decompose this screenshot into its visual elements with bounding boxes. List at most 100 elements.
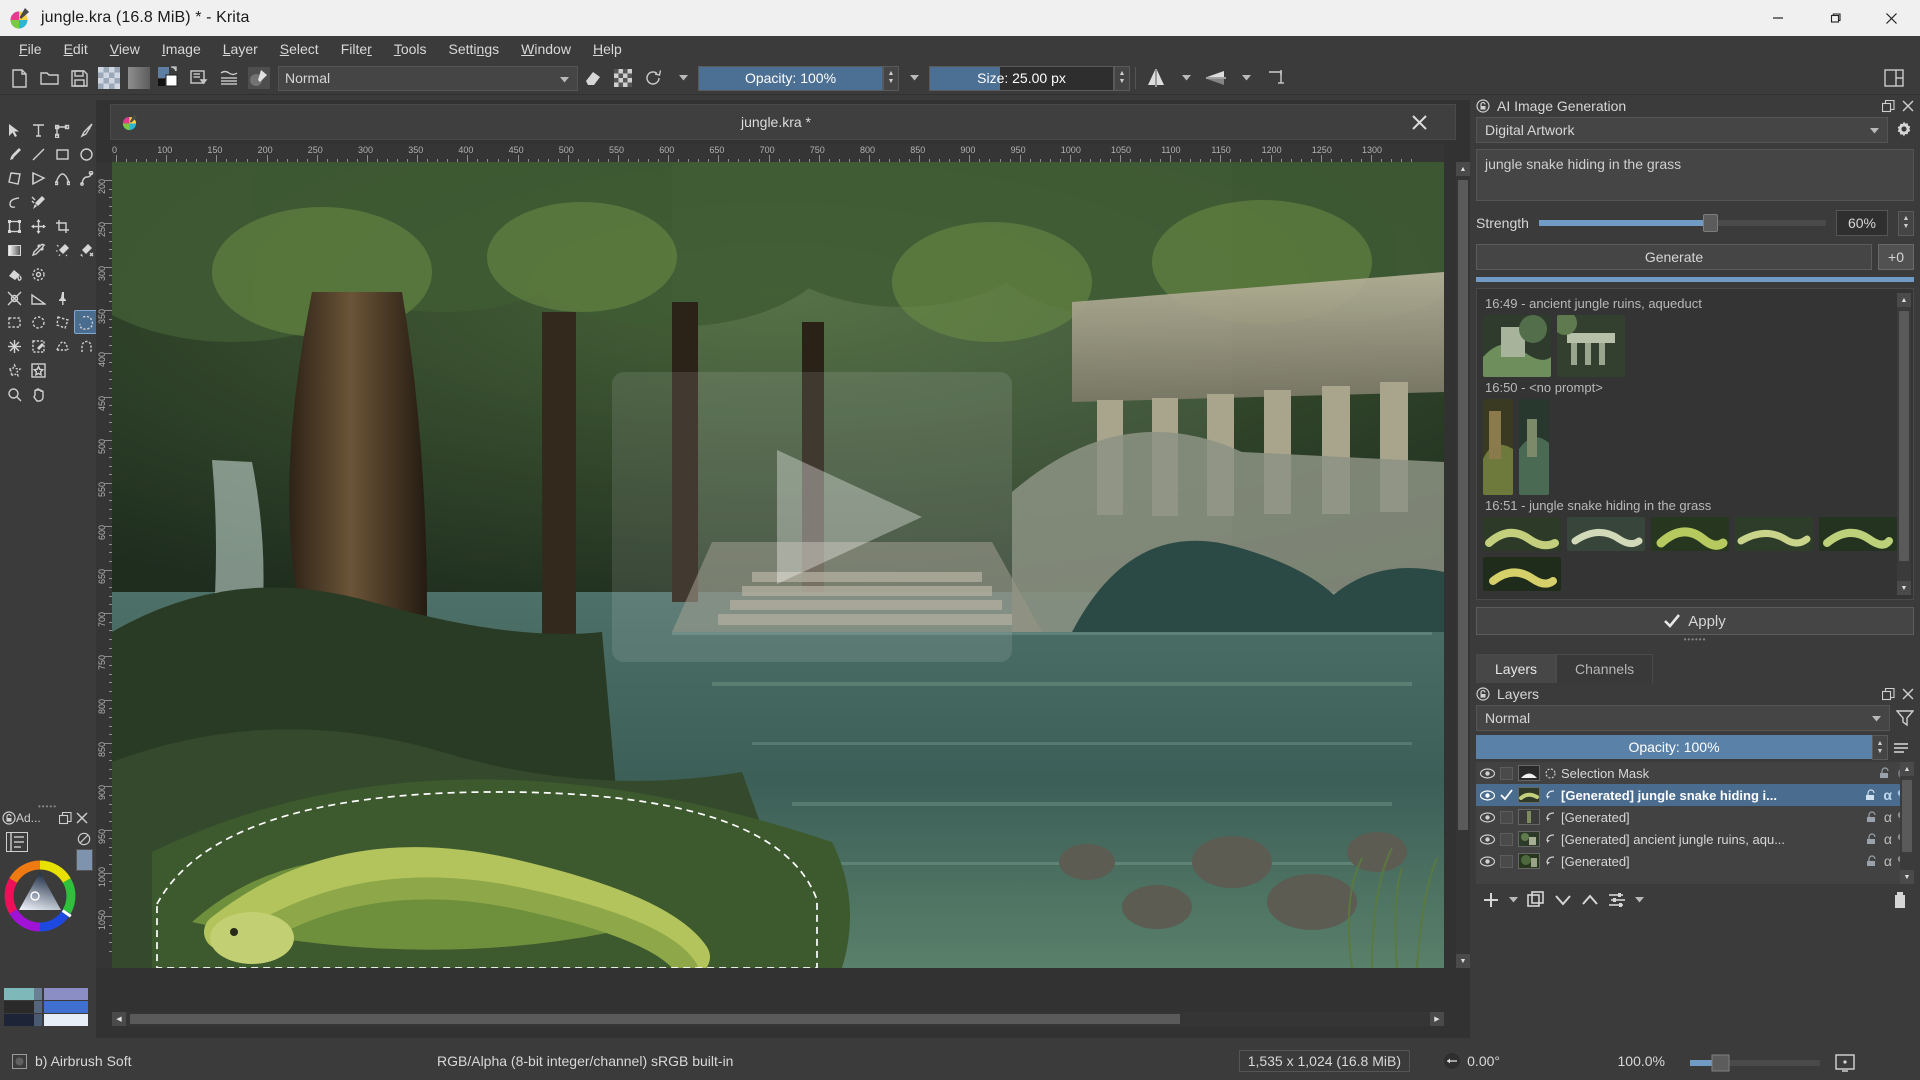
zoom-slider[interactable] <box>1690 1054 1860 1072</box>
table-row[interactable]: [Generated] ancient jungle ruins, aqu...… <box>1476 828 1914 850</box>
alpha-lock-icon[interactable]: α <box>1884 831 1892 847</box>
menu-item-select[interactable]: Select <box>269 38 330 60</box>
eraser-icon[interactable] <box>579 65 607 92</box>
tab-channels[interactable]: Channels <box>1556 654 1654 683</box>
layer-lock-icon[interactable] <box>1866 811 1879 823</box>
dock-grip[interactable]: ••••• <box>38 802 57 811</box>
tool-freehand-selection[interactable] <box>74 310 98 334</box>
tool-text[interactable] <box>26 118 50 142</box>
tool-measure[interactable] <box>26 286 50 310</box>
filter-icon[interactable] <box>1896 709 1914 727</box>
mirror-h-dropdown-icon[interactable] <box>1172 65 1200 92</box>
close-icon[interactable] <box>1902 688 1914 700</box>
menu-item-tools[interactable]: Tools <box>383 38 438 60</box>
menu-item-settings[interactable]: Settings <box>438 38 511 60</box>
close-icon[interactable] <box>1411 114 1455 131</box>
toolbar-dropdown-2-icon[interactable] <box>900 65 928 92</box>
layer-lock-icon[interactable] <box>1866 833 1879 845</box>
tool-zoom[interactable] <box>2 382 26 406</box>
history-thumbnail[interactable] <box>1567 517 1645 551</box>
tool-color-sampler[interactable] <box>26 238 50 262</box>
menu-item-edit[interactable]: Edit <box>53 38 99 60</box>
tool-pan[interactable] <box>26 382 50 406</box>
layer-list[interactable]: Selection Mask [Generated] jungle snake … <box>1476 762 1914 884</box>
history-thumbnail[interactable] <box>1557 315 1625 377</box>
close-icon[interactable] <box>76 812 88 824</box>
add-layer-dropdown-icon[interactable] <box>1509 897 1518 903</box>
close-icon[interactable] <box>1902 100 1914 112</box>
tool-fill[interactable] <box>2 262 26 286</box>
tool-colorize-mask[interactable] <box>50 238 74 262</box>
tab-layers[interactable]: Layers <box>1476 654 1557 683</box>
layer-scroll-thumb[interactable] <box>1902 780 1912 852</box>
tool-freehand-path[interactable] <box>74 166 98 190</box>
strength-spinner[interactable]: ▲ ▼ <box>1898 210 1914 236</box>
color-history-palette[interactable] <box>0 984 94 1034</box>
scroll-left-arrow-icon[interactable]: ◀ <box>112 1012 126 1026</box>
no-color-icon[interactable] <box>76 832 92 846</box>
tool-calligraphy[interactable] <box>74 118 98 142</box>
workspace-chooser-icon[interactable] <box>1880 65 1908 92</box>
lock-docker-icon[interactable] <box>2 811 16 825</box>
menu-item-image[interactable]: Image <box>151 38 212 60</box>
menu-item-view[interactable]: View <box>99 38 151 60</box>
history-thumbnail[interactable] <box>1519 399 1549 495</box>
alpha-lock-icon[interactable]: α <box>1883 787 1892 803</box>
scroll-right-arrow-icon[interactable]: ▶ <box>1430 1012 1444 1026</box>
close-button[interactable] <box>1863 0 1920 36</box>
tool-polygonal-selection[interactable] <box>50 310 74 334</box>
status-zoom[interactable]: 100.0% <box>1618 1053 1665 1069</box>
tool-polyline[interactable] <box>26 166 50 190</box>
open-file-icon[interactable] <box>35 65 63 92</box>
tool-enclose-and-fill[interactable] <box>26 262 50 286</box>
strength-slider[interactable] <box>1538 214 1826 232</box>
move-layer-up-icon[interactable] <box>1581 893 1599 907</box>
current-color-swatch[interactable] <box>76 849 93 871</box>
history-scroll-thumb[interactable] <box>1899 311 1909 561</box>
menu-item-file[interactable]: File <box>8 38 53 60</box>
tool-rectangle[interactable] <box>50 142 74 166</box>
tool-contiguous-selection[interactable] <box>2 334 26 358</box>
status-rotation[interactable]: 0.00° <box>1443 1052 1500 1070</box>
status-brush[interactable]: b) Airbrush Soft <box>12 1053 132 1069</box>
layer-properties-icon[interactable] <box>1608 892 1626 908</box>
horizontal-ruler[interactable]: 50 100 150 200 250 300 350 400 450 500 550 600 650 70… <box>112 144 1444 162</box>
layer-opacity-slider[interactable]: Opacity: 100% <box>1476 735 1872 759</box>
scroll-down-arrow-icon[interactable]: ▼ <box>1456 954 1470 968</box>
layer-thumbnail[interactable] <box>1518 765 1540 781</box>
layer-lock-icon[interactable] <box>1865 789 1878 801</box>
generation-history[interactable]: 16:49 - ancient jungle ruins, aqueduct 1… <box>1476 288 1914 600</box>
history-thumbnail[interactable] <box>1651 517 1729 551</box>
layer-lock-icon[interactable] <box>1866 855 1879 867</box>
float-dock-icon[interactable] <box>1882 99 1895 113</box>
scroll-up-arrow-icon[interactable]: ▲ <box>1456 162 1470 176</box>
layer-thumbnail[interactable] <box>1518 787 1540 803</box>
tool-magnetic-selection[interactable] <box>74 334 98 358</box>
table-row[interactable]: [Generated] jungle snake hiding i... α <box>1476 784 1914 806</box>
lock-docker-icon[interactable] <box>1476 99 1490 113</box>
pattern-swatch-icon[interactable] <box>95 65 123 92</box>
tool-rectangular-selection[interactable] <box>2 310 26 334</box>
tool-path-selection[interactable] <box>2 358 26 382</box>
tool-gradient[interactable] <box>2 238 26 262</box>
save-icon[interactable] <box>65 65 93 92</box>
menu-item-layer[interactable]: Layer <box>212 38 269 60</box>
history-thumbnail[interactable] <box>1819 517 1897 551</box>
queue-button[interactable]: +0 <box>1878 244 1914 270</box>
prompt-input[interactable]: jungle snake hiding in the grass <box>1476 149 1914 201</box>
canvas-vertical-scrollbar[interactable]: ▲ ▼ <box>1456 162 1470 968</box>
tool-elliptical-selection[interactable] <box>26 310 50 334</box>
layer-checkbox[interactable] <box>1500 854 1513 868</box>
tool-multibrush[interactable] <box>26 190 50 214</box>
tool-freehand-brush[interactable] <box>2 142 26 166</box>
mirror-v-dropdown-icon[interactable] <box>1232 65 1260 92</box>
tool-line[interactable] <box>26 142 50 166</box>
layer-checkbox[interactable] <box>1500 832 1513 846</box>
visibility-icon[interactable] <box>1480 855 1495 867</box>
layer-list-scrollbar[interactable]: ▲ ▼ <box>1900 762 1914 884</box>
float-dock-icon[interactable] <box>1882 687 1895 701</box>
menu-item-window[interactable]: Window <box>510 38 582 60</box>
tool-ellipse[interactable] <box>74 142 98 166</box>
tool-select-all[interactable] <box>26 358 50 382</box>
tool-similar-color-selection[interactable] <box>26 334 50 358</box>
